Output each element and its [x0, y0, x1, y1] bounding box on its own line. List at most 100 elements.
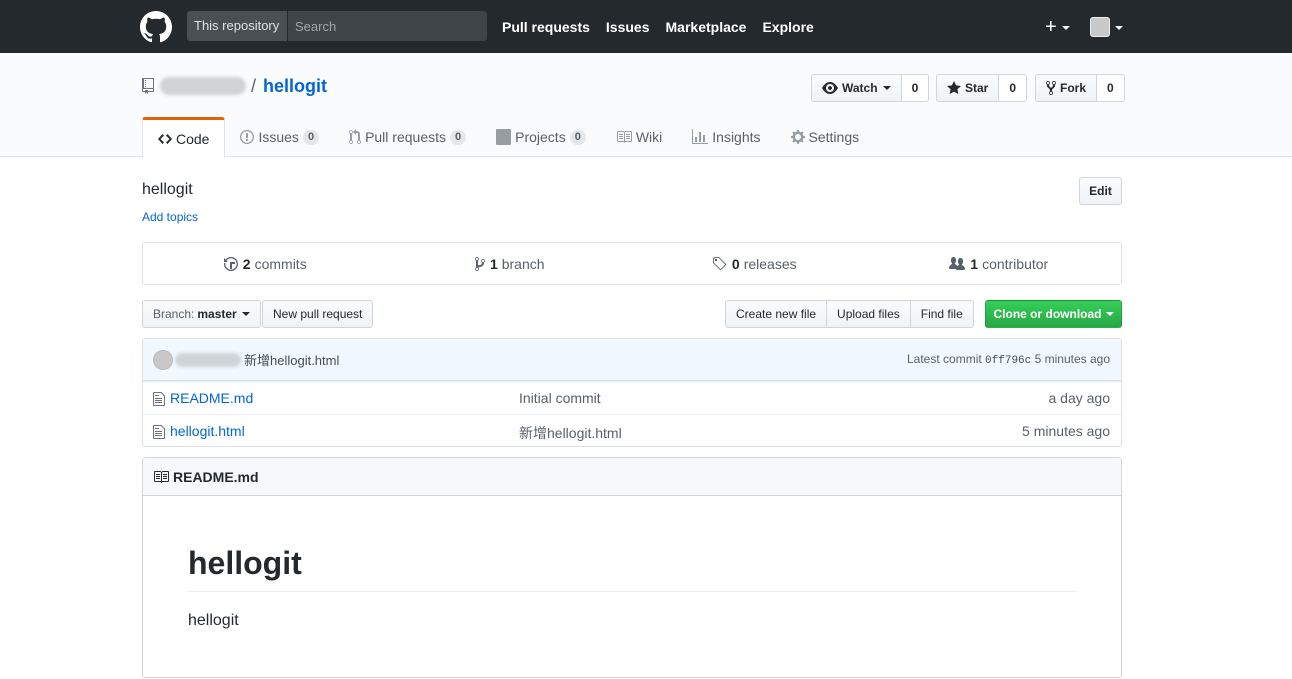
find-file-button[interactable]: Find file: [909, 300, 974, 328]
tab-insights[interactable]: Insights: [677, 117, 775, 157]
book-icon: [616, 131, 632, 143]
readme-filename: README.md: [173, 468, 259, 485]
scope-label: This repository: [187, 11, 288, 41]
branch-label: Branch:: [153, 307, 195, 321]
nav-pull-requests[interactable]: Pull requests: [502, 19, 590, 35]
pull-requests-count-badge: 0: [450, 129, 467, 145]
people-icon: [949, 256, 966, 270]
fork-label: Fork: [1060, 81, 1087, 95]
releases-link[interactable]: 0 releases: [632, 243, 877, 284]
add-topics-link[interactable]: Add topics: [142, 210, 198, 224]
commit-sha-link[interactable]: 0ff796c: [985, 355, 1031, 367]
search-box: This repository: [187, 11, 487, 41]
github-logo-icon[interactable]: [140, 11, 172, 43]
nav-explore[interactable]: Explore: [762, 19, 813, 35]
book-icon: [154, 470, 169, 483]
edit-description-button[interactable]: Edit: [1079, 177, 1122, 205]
file-icon: [153, 425, 165, 439]
file-name-link[interactable]: README.md: [170, 390, 253, 406]
create-new-file-button[interactable]: Create new file: [725, 300, 828, 328]
author-name-redacted[interactable]: [175, 352, 241, 367]
clone-label: Clone or download: [993, 307, 1102, 321]
graph-icon: [692, 129, 709, 144]
commit-age: 5 minutes ago: [1034, 352, 1110, 366]
latest-commit-info: Latest commit 0ff796c 5 minutes ago: [907, 352, 1110, 367]
file-row: hellogit.html 新增hellogit.html 5 minutes …: [143, 414, 1121, 446]
tab-label: Pull requests: [365, 129, 446, 145]
tab-settings[interactable]: Settings: [776, 117, 875, 157]
repo-name-link[interactable]: hellogit: [263, 76, 327, 97]
branch-value: master: [197, 307, 237, 321]
tag-icon: [712, 256, 726, 270]
repo-icon: [142, 78, 154, 94]
nav-issues[interactable]: Issues: [606, 19, 650, 35]
fork-button[interactable]: Fork: [1035, 74, 1098, 102]
projects-count-badge: 0: [569, 129, 586, 145]
global-header: This repository Pull requests Issues Mar…: [0, 0, 1292, 53]
file-row: README.md Initial commit a day ago: [143, 381, 1121, 414]
star-count[interactable]: 0: [999, 74, 1028, 102]
latest-commit-bar: 新增hellogit.html Latest commit 0ff796c 5 …: [143, 339, 1121, 381]
search-input[interactable]: [288, 11, 487, 41]
code-icon: [158, 134, 172, 144]
file-commit-message[interactable]: 新增hellogit.html: [519, 423, 622, 443]
branches-link[interactable]: 1 branch: [388, 243, 633, 284]
path-separator: /: [251, 76, 257, 96]
commits-link[interactable]: 2 commits: [143, 243, 388, 284]
avatar[interactable]: [153, 349, 173, 370]
caret-down-icon: [1061, 26, 1070, 30]
issue-icon: [240, 130, 255, 144]
repo-description: hellogit: [142, 181, 193, 198]
releases-label: releases: [743, 255, 797, 272]
star-label: Star: [965, 81, 989, 95]
star-button[interactable]: Star: [936, 74, 1000, 102]
upload-files-button[interactable]: Upload files: [826, 300, 911, 328]
commit-message-link[interactable]: 新增hellogit.html: [244, 350, 339, 369]
readme-body: hellogit: [188, 612, 239, 629]
readme-box: README.md hellogit hellogit: [142, 457, 1122, 678]
file-age: a day ago: [1048, 390, 1111, 406]
contributors-link[interactable]: 1 contributor: [877, 243, 1122, 284]
file-commit-message[interactable]: Initial commit: [519, 390, 601, 406]
commits-count: 2: [242, 255, 251, 272]
clone-or-download-button[interactable]: Clone or download: [985, 300, 1122, 328]
commits-label: commits: [254, 255, 307, 272]
watch-button[interactable]: Watch: [811, 74, 902, 102]
branch-select-button[interactable]: Branch: master: [142, 300, 261, 328]
file-icon: [153, 392, 165, 406]
tab-label: Issues: [258, 129, 299, 145]
branches-label: branch: [501, 255, 545, 272]
nav-marketplace[interactable]: Marketplace: [666, 19, 747, 35]
tab-wiki[interactable]: Wiki: [601, 117, 677, 157]
user-menu-button[interactable]: [1090, 17, 1123, 37]
caret-down-icon: [1105, 312, 1114, 316]
fork-group: Fork 0: [1035, 74, 1125, 102]
new-menu-button[interactable]: +: [1045, 17, 1070, 37]
contributors-count: 1: [970, 255, 979, 272]
watch-group: Watch 0: [811, 74, 930, 102]
tab-projects[interactable]: Projects 0: [481, 117, 601, 157]
tab-label: Wiki: [635, 129, 663, 145]
readme-title: hellogit: [188, 545, 302, 581]
latest-commit-label: Latest commit: [907, 352, 982, 366]
watch-count[interactable]: 0: [901, 74, 930, 102]
file-listing: 新增hellogit.html Latest commit 0ff796c 5 …: [142, 338, 1122, 447]
file-actions-group: Create new file Upload files Find file: [725, 300, 974, 328]
owner-name-redacted[interactable]: [160, 77, 246, 95]
gear-icon: [790, 130, 805, 144]
project-icon: [496, 129, 512, 145]
plus-icon: +: [1045, 16, 1057, 38]
branch-icon: [474, 256, 485, 271]
tab-issues[interactable]: Issues 0: [225, 117, 334, 157]
caret-down-icon: [882, 86, 891, 90]
readme-header: README.md: [143, 458, 1121, 496]
releases-count: 0: [731, 255, 740, 272]
tab-pull-requests[interactable]: Pull requests 0: [334, 117, 481, 157]
fork-count[interactable]: 0: [1097, 74, 1125, 102]
tab-code[interactable]: Code: [142, 117, 226, 158]
tab-label: Insights: [712, 129, 761, 145]
star-group: Star 0: [936, 74, 1028, 102]
eye-icon: [822, 82, 838, 94]
new-pull-request-button[interactable]: New pull request: [262, 300, 374, 328]
file-name-link[interactable]: hellogit.html: [170, 423, 245, 439]
